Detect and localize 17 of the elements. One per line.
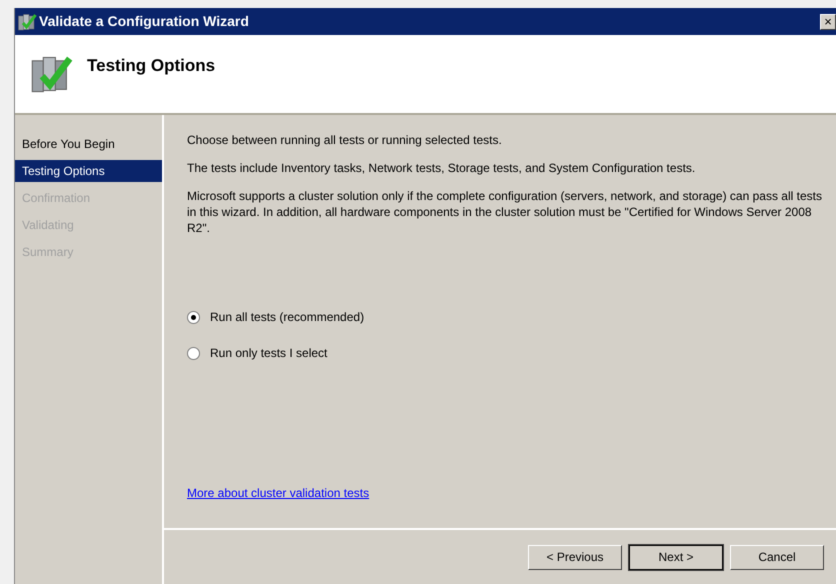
description-text: Choose between running all tests or running selected tests. [187, 132, 503, 148]
description-text: The tests include Inventory tasks, Network tests, Storage tests, and System Configuration tests. [187, 160, 696, 176]
wizard-button[interactable]: Cancel [730, 544, 824, 570]
servers-check-icon [17, 12, 37, 32]
header-title: Testing Options [87, 55, 216, 78]
step-item: Before You Begin [21, 136, 116, 153]
help-link[interactable]: More about cluster validation tests [187, 484, 830, 502]
close-button[interactable]: × [820, 14, 836, 30]
radio-label[interactable]: Run all tests (recommended) [210, 308, 364, 326]
window-title: Validate a Configuration Wizard [39, 12, 249, 31]
step-item: Testing Options [15, 160, 162, 182]
wizard-button[interactable]: < Previous [528, 544, 622, 570]
wizard-button[interactable]: Next > [629, 544, 723, 570]
radio-button[interactable] [187, 310, 200, 324]
radio-button[interactable] [187, 346, 200, 360]
description-text: Microsoft supports a cluster solution only if the complete configuration (servers, network, and storage) can pass all tests in this wizard. In addition, all hardware components in the cluster solution must be "Certified for Windows Server 2008 R2". [187, 188, 823, 236]
radio-label[interactable]: Run only tests I select [210, 344, 328, 362]
